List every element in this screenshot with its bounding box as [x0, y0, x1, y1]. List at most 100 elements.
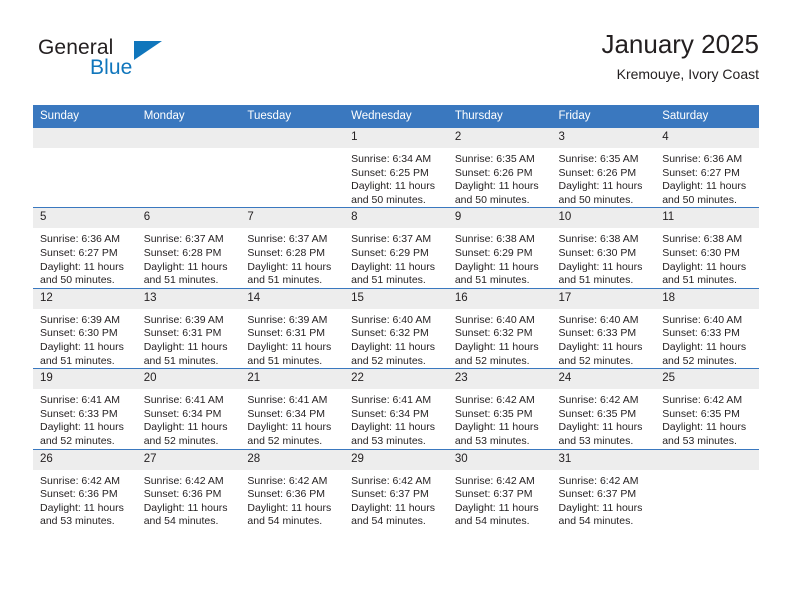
calendar-day-cell[interactable]: 18 Sunrise: 6:40 AM Sunset: 6:33 PM Dayligh… [655, 287, 759, 369]
calendar-day-cell[interactable]: 15 Sunrise: 6:40 AM Sunset: 6:32 PM Dayligh… [344, 287, 448, 369]
sunrise-text: Sunrise: 6:41 AM [40, 394, 120, 407]
calendar-day-cell[interactable]: 7 Sunrise: 6:37 AM Sunset: 6:28 PM Daylight… [240, 207, 345, 289]
calendar-day-cell[interactable]: 4 Sunrise: 6:36 AM Sunset: 6:27 PM Daylight… [655, 126, 759, 208]
daylight-text: Daylight: 11 hours and 54 minutes. [247, 501, 332, 528]
day-sun-info: Sunrise: 6:34 AM Sunset: 6:25 PM Daylight:… [344, 148, 448, 207]
daylight-text: Daylight: 11 hours and 51 minutes. [351, 260, 435, 287]
sunrise-text: Sunrise: 6:35 AM [558, 153, 639, 165]
calendar-day-cell[interactable]: 27 Sunrise: 6:42 AM Sunset: 6:36 PM Dayligh… [136, 448, 241, 529]
calendar-day-cell[interactable]: 25 Sunrise: 6:42 AM Sunset: 6:35 PM Dayligh… [655, 368, 759, 449]
calendar-day-cell[interactable]: 5 Sunrise: 6:36 AM Sunset: 6:27 PM Daylight… [33, 207, 137, 289]
sunrise-text: Sunrise: 6:38 AM [558, 233, 639, 246]
sunrise-text: Sunrise: 6:39 AM [143, 313, 224, 326]
sunrise-text: Sunrise: 6:40 AM [558, 313, 639, 326]
day-number: 11 [655, 208, 759, 229]
day-number: 3 [551, 128, 656, 148]
calendar-day-cell[interactable]: 1 Sunrise: 6:34 AM Sunset: 6:25 PM Daylight… [344, 126, 448, 208]
calendar-day-cell[interactable]: 28 Sunrise: 6:42 AM Sunset: 6:36 PM Dayligh… [240, 448, 345, 529]
calendar-day-cell[interactable]: 24 Sunrise: 6:42 AM Sunset: 6:35 PM Dayligh… [551, 368, 656, 449]
sunset-text: Sunset: 6:34 PM [247, 407, 326, 420]
day-sun-info: Sunrise: 6:41 AM Sunset: 6:34 PM Daylight:… [137, 389, 241, 448]
calendar-day-cell[interactable]: 10 Sunrise: 6:38 AM Sunset: 6:30 PM Dayligh… [551, 207, 656, 289]
sunset-text: Sunset: 6:33 PM [558, 327, 637, 340]
daylight-text: Daylight: 11 hours and 51 minutes. [662, 260, 747, 287]
day-number [136, 128, 241, 148]
day-number: 1 [344, 128, 448, 148]
sunset-text: Sunset: 6:28 PM [247, 246, 326, 259]
calendar-day-cell[interactable]: 9 Sunrise: 6:38 AM Sunset: 6:29 PM Daylight… [447, 207, 552, 289]
daylight-text: Daylight: 11 hours and 52 minutes. [662, 340, 747, 367]
sunset-text: Sunset: 6:34 PM [351, 407, 429, 420]
sunset-text: Sunset: 6:31 PM [143, 327, 222, 340]
calendar-header-row: Sunday Monday Tuesday Wednesday Thursday… [33, 105, 759, 128]
daylight-text: Daylight: 11 hours and 53 minutes. [454, 421, 539, 447]
daylight-text: Daylight: 11 hours and 50 minutes. [558, 180, 643, 206]
page-title: January 2025 [601, 29, 759, 59]
calendar-day-cell[interactable]: 30 Sunrise: 6:42 AM Sunset: 6:37 PM Dayligh… [447, 448, 552, 529]
sunset-text: Sunset: 6:30 PM [662, 246, 740, 259]
page-subtitle: Kremouye, Ivory Coast [616, 66, 759, 82]
sunrise-text: Sunrise: 6:37 AM [351, 233, 432, 246]
daylight-text: Daylight: 11 hours and 50 minutes. [40, 260, 124, 287]
calendar-day-cell[interactable]: 12 Sunrise: 6:39 AM Sunset: 6:30 PM Dayligh… [33, 287, 137, 369]
calendar-day-cell[interactable]: 20 Sunrise: 6:41 AM Sunset: 6:34 PM Dayligh… [136, 368, 241, 449]
calendar-day-cell[interactable]: 21 Sunrise: 6:41 AM Sunset: 6:34 PM Dayligh… [240, 368, 345, 449]
sunset-text: Sunset: 6:27 PM [662, 166, 740, 179]
calendar-day-cell[interactable]: 8 Sunrise: 6:37 AM Sunset: 6:29 PM Daylight… [344, 207, 448, 289]
sunset-text: Sunset: 6:35 PM [662, 407, 740, 420]
calendar-day-cell[interactable]: 13 Sunrise: 6:39 AM Sunset: 6:31 PM Dayligh… [136, 287, 241, 369]
day-sun-info: Sunrise: 6:37 AM Sunset: 6:29 PM Daylight:… [344, 228, 448, 287]
calendar-day-cell[interactable]: 19 Sunrise: 6:41 AM Sunset: 6:33 PM Dayligh… [33, 368, 137, 449]
calendar-day-cell[interactable]: 26 Sunrise: 6:42 AM Sunset: 6:36 PM Dayligh… [33, 448, 137, 529]
day-number: 20 [136, 369, 241, 390]
calendar-day-cell[interactable]: 3 Sunrise: 6:35 AM Sunset: 6:26 PM Daylight… [551, 126, 656, 208]
sunrise-text: Sunrise: 6:39 AM [40, 313, 120, 326]
daylight-text: Daylight: 11 hours and 52 minutes. [40, 421, 124, 447]
day-sun-info: Sunrise: 6:37 AM Sunset: 6:28 PM Daylight:… [240, 228, 344, 287]
calendar-day-cell[interactable]: 29 Sunrise: 6:42 AM Sunset: 6:37 PM Dayligh… [344, 448, 448, 529]
day-number: 27 [136, 449, 241, 470]
calendar-day-cell[interactable]: 31 Sunrise: 6:42 AM Sunset: 6:37 PM Dayligh… [551, 448, 656, 529]
sunrise-text: Sunrise: 6:42 AM [454, 394, 535, 407]
daylight-text: Daylight: 11 hours and 52 minutes. [351, 340, 435, 367]
sunset-text: Sunset: 6:29 PM [351, 246, 429, 259]
day-sun-info: Sunrise: 6:42 AM Sunset: 6:36 PM Daylight:… [240, 470, 344, 529]
calendar-day-cell[interactable]: 17 Sunrise: 6:40 AM Sunset: 6:33 PM Dayligh… [551, 287, 656, 369]
calendar-day-cell[interactable]: 2 Sunrise: 6:35 AM Sunset: 6:26 PM Daylight… [447, 126, 552, 208]
day-number: 19 [33, 369, 137, 390]
day-sun-info: Sunrise: 6:40 AM Sunset: 6:33 PM Daylight:… [655, 309, 759, 368]
daylight-text: Daylight: 11 hours and 51 minutes. [247, 340, 332, 367]
daylight-text: Daylight: 11 hours and 51 minutes. [40, 340, 124, 367]
calendar-day-cell[interactable]: 11 Sunrise: 6:38 AM Sunset: 6:30 PM Dayligh… [655, 207, 759, 289]
sunset-text: Sunset: 6:37 PM [558, 488, 637, 501]
daylight-text: Daylight: 11 hours and 53 minutes. [662, 421, 747, 447]
day-number: 13 [136, 288, 241, 309]
calendar-day-cell[interactable]: 6 Sunrise: 6:37 AM Sunset: 6:28 PM Daylight… [136, 207, 241, 289]
daylight-text: Daylight: 11 hours and 52 minutes. [247, 421, 332, 447]
sunrise-text: Sunrise: 6:37 AM [143, 233, 224, 246]
sunset-text: Sunset: 6:33 PM [40, 407, 118, 420]
daylight-text: Daylight: 11 hours and 54 minutes. [351, 501, 435, 528]
logo-triangle-icon [134, 41, 162, 60]
daylight-text: Daylight: 11 hours and 51 minutes. [143, 260, 228, 287]
daylight-text: Daylight: 11 hours and 52 minutes. [143, 421, 228, 447]
day-number: 23 [447, 369, 552, 390]
sunrise-text: Sunrise: 6:42 AM [351, 474, 432, 487]
calendar-day-cell[interactable]: 22 Sunrise: 6:41 AM Sunset: 6:34 PM Dayligh… [344, 368, 448, 449]
day-number: 7 [240, 208, 345, 229]
day-sun-info: Sunrise: 6:42 AM Sunset: 6:37 PM Daylight:… [344, 470, 448, 529]
day-sun-info: Sunrise: 6:42 AM Sunset: 6:37 PM Daylight:… [552, 470, 656, 529]
calendar-day-cell[interactable]: 23 Sunrise: 6:42 AM Sunset: 6:35 PM Dayligh… [447, 368, 552, 449]
day-sun-info: Sunrise: 6:38 AM Sunset: 6:29 PM Daylight:… [448, 228, 552, 287]
weekday-header-wednesday: Wednesday [344, 105, 448, 128]
day-number: 15 [344, 288, 448, 309]
day-number: 26 [33, 449, 137, 470]
general-blue-logo[interactable]: General Blue [33, 36, 233, 88]
calendar-week-row: 1 Sunrise: 6:34 AM Sunset: 6:25 PM Daylight… [33, 126, 759, 208]
day-number: 28 [240, 449, 345, 470]
calendar-day-cell[interactable]: 14 Sunrise: 6:39 AM Sunset: 6:31 PM Dayligh… [240, 287, 345, 369]
sunset-text: Sunset: 6:28 PM [143, 246, 222, 259]
sunrise-text: Sunrise: 6:42 AM [247, 474, 328, 487]
calendar-day-cell[interactable]: 16 Sunrise: 6:40 AM Sunset: 6:32 PM Dayligh… [447, 287, 552, 369]
day-sun-info: Sunrise: 6:37 AM Sunset: 6:28 PM Daylight:… [137, 228, 241, 287]
